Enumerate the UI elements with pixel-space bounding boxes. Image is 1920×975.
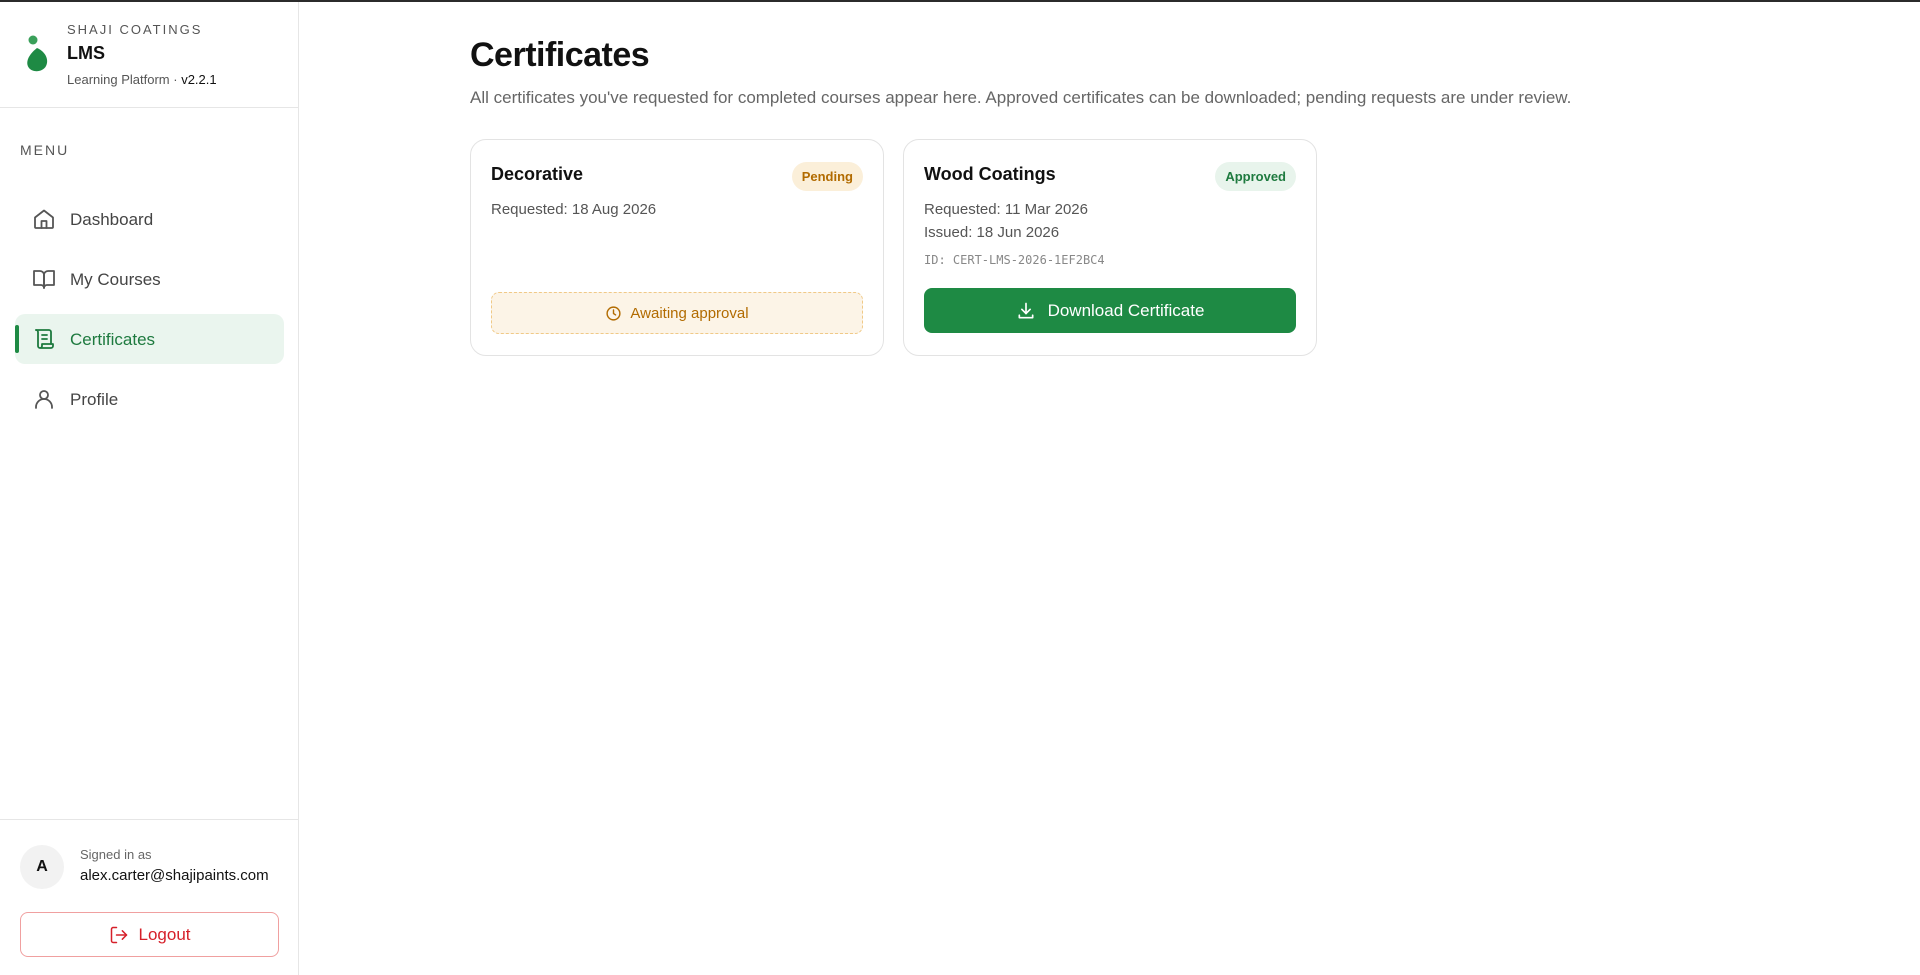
page-title: Certificates [470,36,650,74]
course-name: Decorative [491,164,584,184]
brand-platform-label: Learning Platform · [67,72,178,87]
signed-in-label: Signed in as [80,847,152,862]
awaiting-approval-label: Awaiting approval [630,304,749,322]
user-icon [35,390,53,409]
signed-in-email: alex.carter@shajipaints.com [80,867,269,884]
issued-date: Issued: 18 Jun 2026 [924,224,1060,241]
home-icon [34,209,54,229]
sidebar-item-my-courses[interactable]: My Courses [15,254,284,304]
sidebar-item-label: Dashboard [70,210,154,229]
page-description: All certificates you've requested for co… [470,88,1572,107]
sidebar-item-label: Certificates [70,330,156,349]
sidebar-item-certificates[interactable]: Certificates [15,314,284,364]
status-badge: Approved [1215,162,1296,191]
brand-subtitle: Learning Platform · v2.2.1 [67,72,217,87]
logout-button[interactable]: Logout [20,912,279,957]
course-name: Wood Coatings [924,164,1056,184]
certificate-card: Wood Coatings Approved Requested: 11 Mar… [903,139,1317,356]
download-certificate-button[interactable]: Download Certificate [924,288,1296,333]
download-icon [1018,302,1034,318]
brand-name: LMS [67,43,105,63]
requested-date: Requested: 11 Mar 2026 [924,201,1088,218]
sidebar: SHAJI COATINGS LMS Learning Platform · v… [0,2,299,975]
status-badge: Pending [791,162,863,191]
brand-header: SHAJI COATINGS LMS Learning Platform · v… [0,2,298,108]
account-footer: A Signed in as alex.carter@shajipaints.c… [0,819,298,975]
clock-icon [606,305,622,321]
sidebar-item-label: Profile [70,390,119,409]
book-open-icon [33,270,55,289]
sidebar-item-label: My Courses [70,270,161,289]
logout-label: Logout [138,924,191,944]
brand-version: v2.2.1 [181,72,217,87]
avatar: A [20,845,64,889]
sidebar-item-profile[interactable]: Profile [15,374,284,424]
brand-company: SHAJI COATINGS [67,22,203,37]
logout-icon [110,926,127,943]
leaf-drop-icon [27,35,48,72]
scroll-icon [35,329,54,349]
awaiting-approval-notice: Awaiting approval [491,292,863,334]
main-content: Certificates All certificates you've req… [299,2,1920,975]
certificate-card: Decorative Pending Requested: 18 Aug 202… [470,139,884,356]
certificate-id: ID: CERT-LMS-2026-1EF2BC4 [924,253,1105,267]
download-certificate-label: Download Certificate [1047,300,1205,320]
menu-label: MENU [20,142,70,158]
requested-date: Requested: 18 Aug 2026 [491,201,657,218]
sidebar-item-dashboard[interactable]: Dashboard [15,194,284,244]
